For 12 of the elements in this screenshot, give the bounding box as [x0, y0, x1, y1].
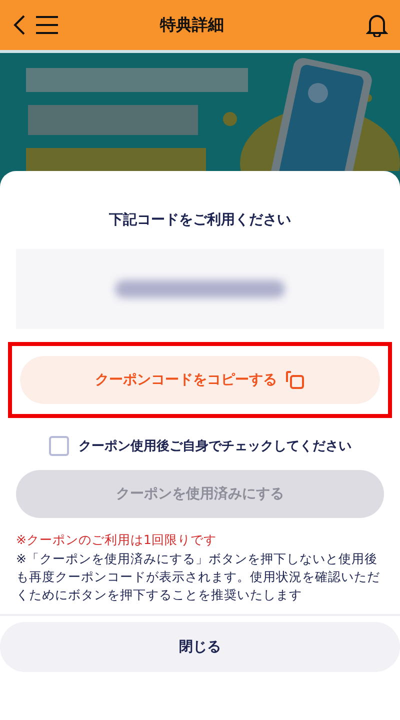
checkbox[interactable] [48, 436, 68, 456]
close-button[interactable]: 閉じる [0, 622, 400, 672]
warning-note: ※クーポンのご利用は1回限りです [16, 531, 218, 549]
copy-code-button[interactable]: クーポンコードをコピーする [20, 356, 380, 404]
page-title: 特典詳細 [158, 14, 225, 36]
bell-icon[interactable] [366, 13, 388, 37]
back-icon[interactable] [12, 14, 26, 36]
copy-icon [285, 370, 305, 390]
info-note: ※「クーポンを使用済みにする」ボタンを押下しないと使用後も再度クーポンコードが表示されます。使用状況を確認いただくためにボタンを押下することを推奨いたします [16, 550, 381, 604]
sheet-heading: 下記コードをご利用ください [108, 211, 292, 229]
menu-icon[interactable] [36, 16, 58, 34]
checkbox-label: クーポン使用後ご自身でチェックしてください [78, 438, 352, 455]
